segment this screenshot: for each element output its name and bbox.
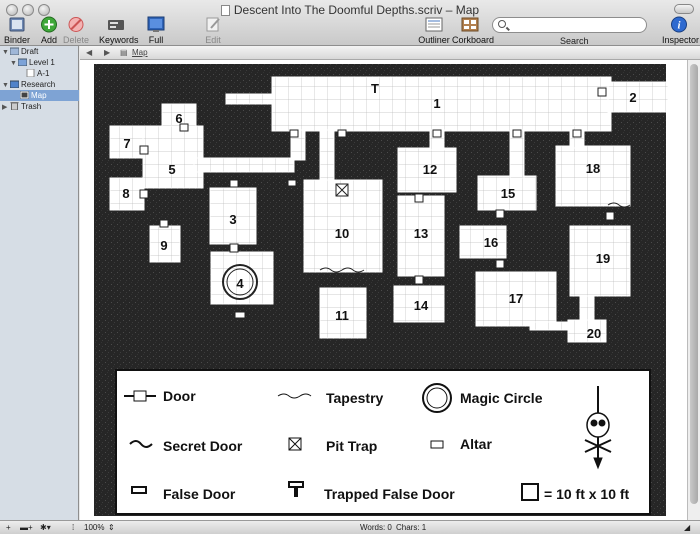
legend-trapped-false-door: Trapped False Door (324, 486, 455, 502)
room-label: 16 (484, 235, 498, 250)
map-image-viewer: 1 2 3 4 5 6 7 8 9 10 11 12 13 14 15 16 1… (80, 60, 687, 520)
room-label: 11 (335, 308, 349, 323)
room-label: 4 (236, 276, 244, 291)
add-button[interactable]: Add (38, 16, 60, 45)
trash-icon (10, 102, 19, 110)
binder-item-level-1[interactable]: ▼ Level 1 (10, 57, 55, 68)
window-toolbar: Descent Into The Doomful Depths.scriv – … (0, 0, 700, 55)
plus-icon (41, 16, 57, 33)
legend-secret-door: Secret Door (163, 438, 243, 454)
dungeon-map: 1 2 3 4 5 6 7 8 9 10 11 12 13 14 15 16 1… (94, 64, 669, 516)
room-label: 7 (123, 136, 130, 151)
keywords-button[interactable]: Keywords (99, 16, 139, 45)
back-arrow-icon[interactable]: ◀ (86, 48, 92, 57)
editor-header-title[interactable]: Map (132, 48, 148, 57)
full-screen-icon (147, 16, 165, 32)
room-label: 13 (414, 226, 428, 241)
room-label: 9 (160, 238, 167, 253)
research-folder-icon (10, 80, 19, 88)
word-count: Words: 0 (360, 523, 392, 532)
binder-icon (9, 17, 25, 32)
disclosure-open-icon[interactable]: ▼ (2, 47, 10, 58)
room-label: 15 (501, 186, 515, 201)
edit-scrivenings-icon (206, 17, 220, 32)
room-label: 14 (414, 298, 429, 313)
legend-magic-circle: Magic Circle (460, 390, 543, 406)
corkboard-button[interactable]: Corkboard (452, 16, 494, 45)
room-label: 5 (168, 162, 175, 177)
forward-arrow-icon[interactable]: ▶ (104, 48, 110, 57)
room-label: 6 (175, 111, 182, 126)
binder-item-a-1[interactable]: A-1 (26, 68, 49, 79)
legend-door: Door (163, 388, 196, 404)
search-icon (498, 20, 506, 28)
resize-grip-icon[interactable]: ◢ (684, 523, 690, 532)
legend-false-door: False Door (163, 486, 236, 502)
image-document-icon (20, 91, 29, 99)
scrollbar-thumb[interactable] (690, 64, 698, 504)
vertical-scrollbar[interactable] (687, 60, 700, 520)
editor-header: ◀ ▶ ▤ Map (80, 46, 700, 60)
legend-scale: = 10 ft x 10 ft (544, 486, 630, 502)
info-icon: i (671, 16, 687, 33)
disclosure-closed-icon[interactable]: ▶ (2, 102, 10, 113)
add-folder-icon[interactable]: ▬+ (20, 523, 33, 532)
zoom-stepper-icon[interactable]: ⇕ (108, 523, 115, 532)
search-input[interactable] (492, 17, 647, 33)
disclosure-open-icon[interactable]: ▼ (10, 58, 18, 69)
room-label: 1 (433, 96, 440, 111)
text-document-icon (26, 69, 35, 77)
zoom-level[interactable]: 100% (84, 523, 104, 532)
room-label: 10 (335, 226, 349, 241)
binder-item-map[interactable]: Map (0, 90, 79, 101)
binder-item-draft[interactable]: ▼ Draft (2, 46, 38, 57)
delete-icon (68, 17, 84, 32)
search-label: Search (560, 36, 589, 46)
header-document-icon: ▤ (120, 48, 128, 57)
document-icon (220, 5, 230, 16)
room-label: 2 (629, 90, 636, 105)
binder-item-trash[interactable]: ▶ Trash (2, 101, 41, 112)
room-label: 3 (229, 212, 236, 227)
inspector-button[interactable]: i Inspector (662, 16, 699, 45)
add-item-icon[interactable]: + (6, 523, 11, 532)
room-label: 19 (596, 251, 610, 266)
toolbar-toggle-button[interactable] (674, 4, 694, 14)
char-count: Chars: 1 (396, 523, 427, 532)
room-label: 17 (509, 291, 523, 306)
folder-icon (18, 58, 27, 66)
legend-pit-trap: Pit Trap (326, 438, 377, 454)
room-label: 18 (586, 161, 600, 176)
split-handle-icon[interactable]: ⁞ (72, 523, 74, 532)
status-bar: + ▬+ ✱▾ ⁞ 100% ⇕ Words: 0 Chars: 1 ◢ (0, 520, 700, 534)
room-label: 12 (423, 162, 437, 177)
altar-mark (234, 311, 246, 319)
window-title: Descent Into The Doomful Depths.scriv – … (0, 3, 700, 17)
room-label: 20 (587, 326, 601, 341)
trap-marker-t: T (371, 81, 379, 96)
room-label: 8 (122, 186, 129, 201)
corkboard-icon (461, 17, 479, 32)
binder-sidebar: ▼ Draft ▼ Level 1 A-1 ▼ Research Map ▶ Trash (0, 46, 79, 520)
binder-button[interactable]: Binder (4, 16, 30, 45)
outliner-button[interactable]: Outliner (418, 16, 450, 45)
binder-item-research[interactable]: ▼ Research (2, 79, 55, 90)
outliner-icon (425, 17, 443, 32)
draft-folder-icon (10, 47, 19, 55)
legend-tapestry: Tapestry (326, 390, 384, 406)
keywords-icon (108, 20, 124, 30)
legend-altar: Altar (460, 436, 492, 452)
gear-icon[interactable]: ✱▾ (40, 523, 51, 532)
delete-button[interactable]: Delete (63, 16, 89, 45)
